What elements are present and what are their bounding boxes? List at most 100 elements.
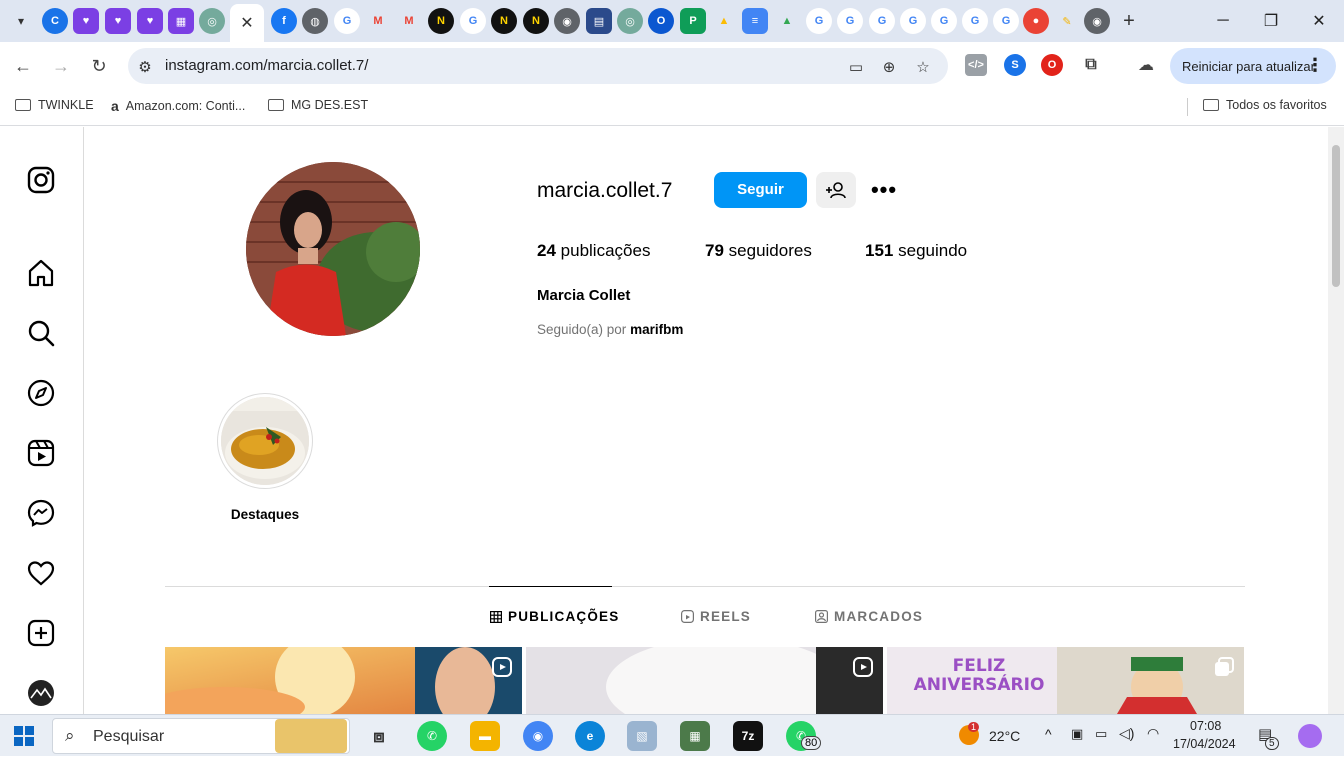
- tab-google-icon[interactable]: G: [460, 8, 486, 34]
- whatsapp-icon[interactable]: ✆: [417, 721, 447, 751]
- tab-docs-icon[interactable]: ≡: [742, 8, 768, 34]
- network-icon[interactable]: ◠: [1147, 725, 1159, 742]
- search-icon[interactable]: [26, 318, 56, 348]
- tab-pencil-icon[interactable]: ✎: [1054, 8, 1080, 34]
- camera-icon[interactable]: ▣: [1071, 726, 1083, 742]
- install-app-icon[interactable]: ▭: [845, 56, 867, 78]
- tab-chrome-icon[interactable]: ◉: [1084, 8, 1110, 34]
- tab-globe-icon[interactable]: ◍: [302, 8, 328, 34]
- menu-dots-icon[interactable]: ⋮: [1306, 55, 1324, 76]
- close-tab-icon[interactable]: ✕: [240, 13, 253, 33]
- back-arrow-icon[interactable]: ←: [10, 53, 36, 79]
- reload-icon[interactable]: ↻: [86, 53, 112, 79]
- follow-button[interactable]: Seguir: [714, 172, 807, 208]
- notifications-heart-icon[interactable]: [26, 558, 56, 588]
- close-window-icon[interactable]: ✕: [1306, 8, 1332, 34]
- tab-google-icon[interactable]: G: [962, 8, 988, 34]
- tab-google-icon[interactable]: G: [993, 8, 1019, 34]
- url-text[interactable]: instagram.com/marcia.collet.7/: [165, 57, 368, 74]
- tab-sheets-icon[interactable]: P: [680, 8, 706, 34]
- tab-google-icon[interactable]: G: [837, 8, 863, 34]
- profile-avatar-icon[interactable]: [26, 678, 56, 708]
- tab-heart-icon[interactable]: ♥: [137, 8, 163, 34]
- opera-extension-icon[interactable]: O: [1041, 54, 1063, 76]
- 7zip-icon[interactable]: 7z: [733, 721, 763, 751]
- tab-forms-icon[interactable]: ▤: [586, 8, 612, 34]
- suggested-accounts-button[interactable]: [816, 172, 856, 208]
- battery-icon[interactable]: ▭: [1095, 726, 1107, 742]
- home-icon[interactable]: [26, 258, 56, 288]
- windows-start-icon[interactable]: [14, 726, 34, 746]
- taskbar-search[interactable]: ⌕ Pesquisar: [52, 718, 350, 754]
- create-plus-icon[interactable]: [26, 618, 56, 648]
- messenger-icon[interactable]: [26, 498, 56, 528]
- temperature[interactable]: 22°C: [989, 728, 1020, 744]
- scrollbar-thumb[interactable]: [1332, 145, 1340, 287]
- tab-google-icon[interactable]: G: [900, 8, 926, 34]
- tab-google-icon[interactable]: G: [806, 8, 832, 34]
- bookmark-amazon[interactable]: a Amazon.com: Conti...: [111, 98, 245, 114]
- tab-reels[interactable]: REELS: [681, 609, 751, 624]
- new-tab-button[interactable]: +: [1116, 8, 1142, 34]
- chrome-icon[interactable]: ◉: [523, 721, 553, 751]
- bookmark-mg-des-est[interactable]: MG DES.EST: [268, 98, 368, 112]
- tab-google-icon[interactable]: G: [931, 8, 957, 34]
- page-scrollbar[interactable]: [1328, 127, 1344, 714]
- tab-marcados[interactable]: MARCADOS: [815, 609, 923, 624]
- tab-google-icon[interactable]: G: [334, 8, 360, 34]
- restart-to-update-button[interactable]: Reiniciar para atualizar ⋮: [1170, 48, 1336, 84]
- zoom-icon[interactable]: ⊕: [878, 56, 900, 78]
- minimize-icon[interactable]: ─: [1210, 8, 1236, 34]
- tab-opera-icon[interactable]: O: [648, 8, 674, 34]
- tab-chatgpt-icon[interactable]: ◎: [617, 8, 643, 34]
- chevron-up-icon[interactable]: ^: [1045, 726, 1052, 742]
- site-settings-icon[interactable]: ⚙: [134, 56, 156, 78]
- post-thumbnail[interactable]: [526, 647, 883, 714]
- restore-icon[interactable]: ❐: [1258, 8, 1284, 34]
- address-bar[interactable]: ⚙ instagram.com/marcia.collet.7/ ▭ ⊕ ☆: [128, 48, 948, 84]
- tab-chatgpt-icon[interactable]: ◎: [199, 8, 225, 34]
- profile-avatar[interactable]: [246, 162, 420, 336]
- tab-drive-icon[interactable]: ▲: [711, 8, 737, 34]
- bookmark-twinkle[interactable]: TWINKLE: [15, 98, 94, 112]
- calculator-icon[interactable]: ▦: [680, 721, 710, 751]
- tab-chrome-icon[interactable]: ◉: [554, 8, 580, 34]
- tab-facebook-icon[interactable]: f: [271, 8, 297, 34]
- tab-notion-icon[interactable]: N: [491, 8, 517, 34]
- copilot-icon[interactable]: [1298, 724, 1322, 748]
- tab-instagram-active[interactable]: ✕: [230, 4, 264, 42]
- tab-search-chevron-icon[interactable]: ▾: [8, 8, 34, 34]
- file-explorer-icon[interactable]: ▬: [470, 721, 500, 751]
- clock-date[interactable]: 17/04/2024: [1173, 737, 1236, 751]
- task-view-icon[interactable]: ⧈: [364, 721, 394, 751]
- tab-google-icon[interactable]: G: [869, 8, 895, 34]
- bookmark-star-icon[interactable]: ☆: [912, 56, 934, 78]
- tab-notion-icon[interactable]: N: [523, 8, 549, 34]
- edge-icon[interactable]: e: [575, 721, 605, 751]
- post-thumbnail[interactable]: FELIZ ANIVERSÁRIO: [887, 647, 1244, 714]
- tab-gmail-icon[interactable]: M: [396, 8, 422, 34]
- tab-notion-icon[interactable]: N: [428, 8, 454, 34]
- tab-calendar-icon[interactable]: ▦: [168, 8, 194, 34]
- tab-drive-icon[interactable]: ▲: [774, 8, 800, 34]
- code-extension-icon[interactable]: </>: [965, 54, 987, 76]
- forward-arrow-icon[interactable]: →: [48, 53, 74, 79]
- followed-by-user[interactable]: marifbm: [630, 322, 683, 337]
- explore-compass-icon[interactable]: [26, 378, 56, 408]
- followers-stat[interactable]: 79 seguidores: [705, 241, 812, 261]
- extensions-puzzle-icon[interactable]: ⧉: [1080, 54, 1102, 76]
- shazam-extension-icon[interactable]: S: [1004, 54, 1026, 76]
- reels-icon[interactable]: [26, 438, 56, 468]
- tab-publicacoes[interactable]: PUBLICAÇÕES: [490, 609, 619, 624]
- tab-ball-icon[interactable]: ●: [1023, 8, 1049, 34]
- tab-gmail-icon[interactable]: M: [365, 8, 391, 34]
- volume-icon[interactable]: ◁): [1119, 725, 1134, 742]
- all-bookmarks[interactable]: Todos os favoritos: [1203, 98, 1327, 112]
- followed-by-text[interactable]: Seguido(a) por marifbm: [537, 322, 683, 337]
- following-stat[interactable]: 151 seguindo: [865, 241, 967, 261]
- tab-heart-icon[interactable]: ♥: [73, 8, 99, 34]
- more-options-icon[interactable]: •••: [868, 177, 900, 203]
- story-highlight[interactable]: [217, 393, 313, 489]
- photos-icon[interactable]: ▧: [627, 721, 657, 751]
- instagram-logo-icon[interactable]: [26, 165, 56, 195]
